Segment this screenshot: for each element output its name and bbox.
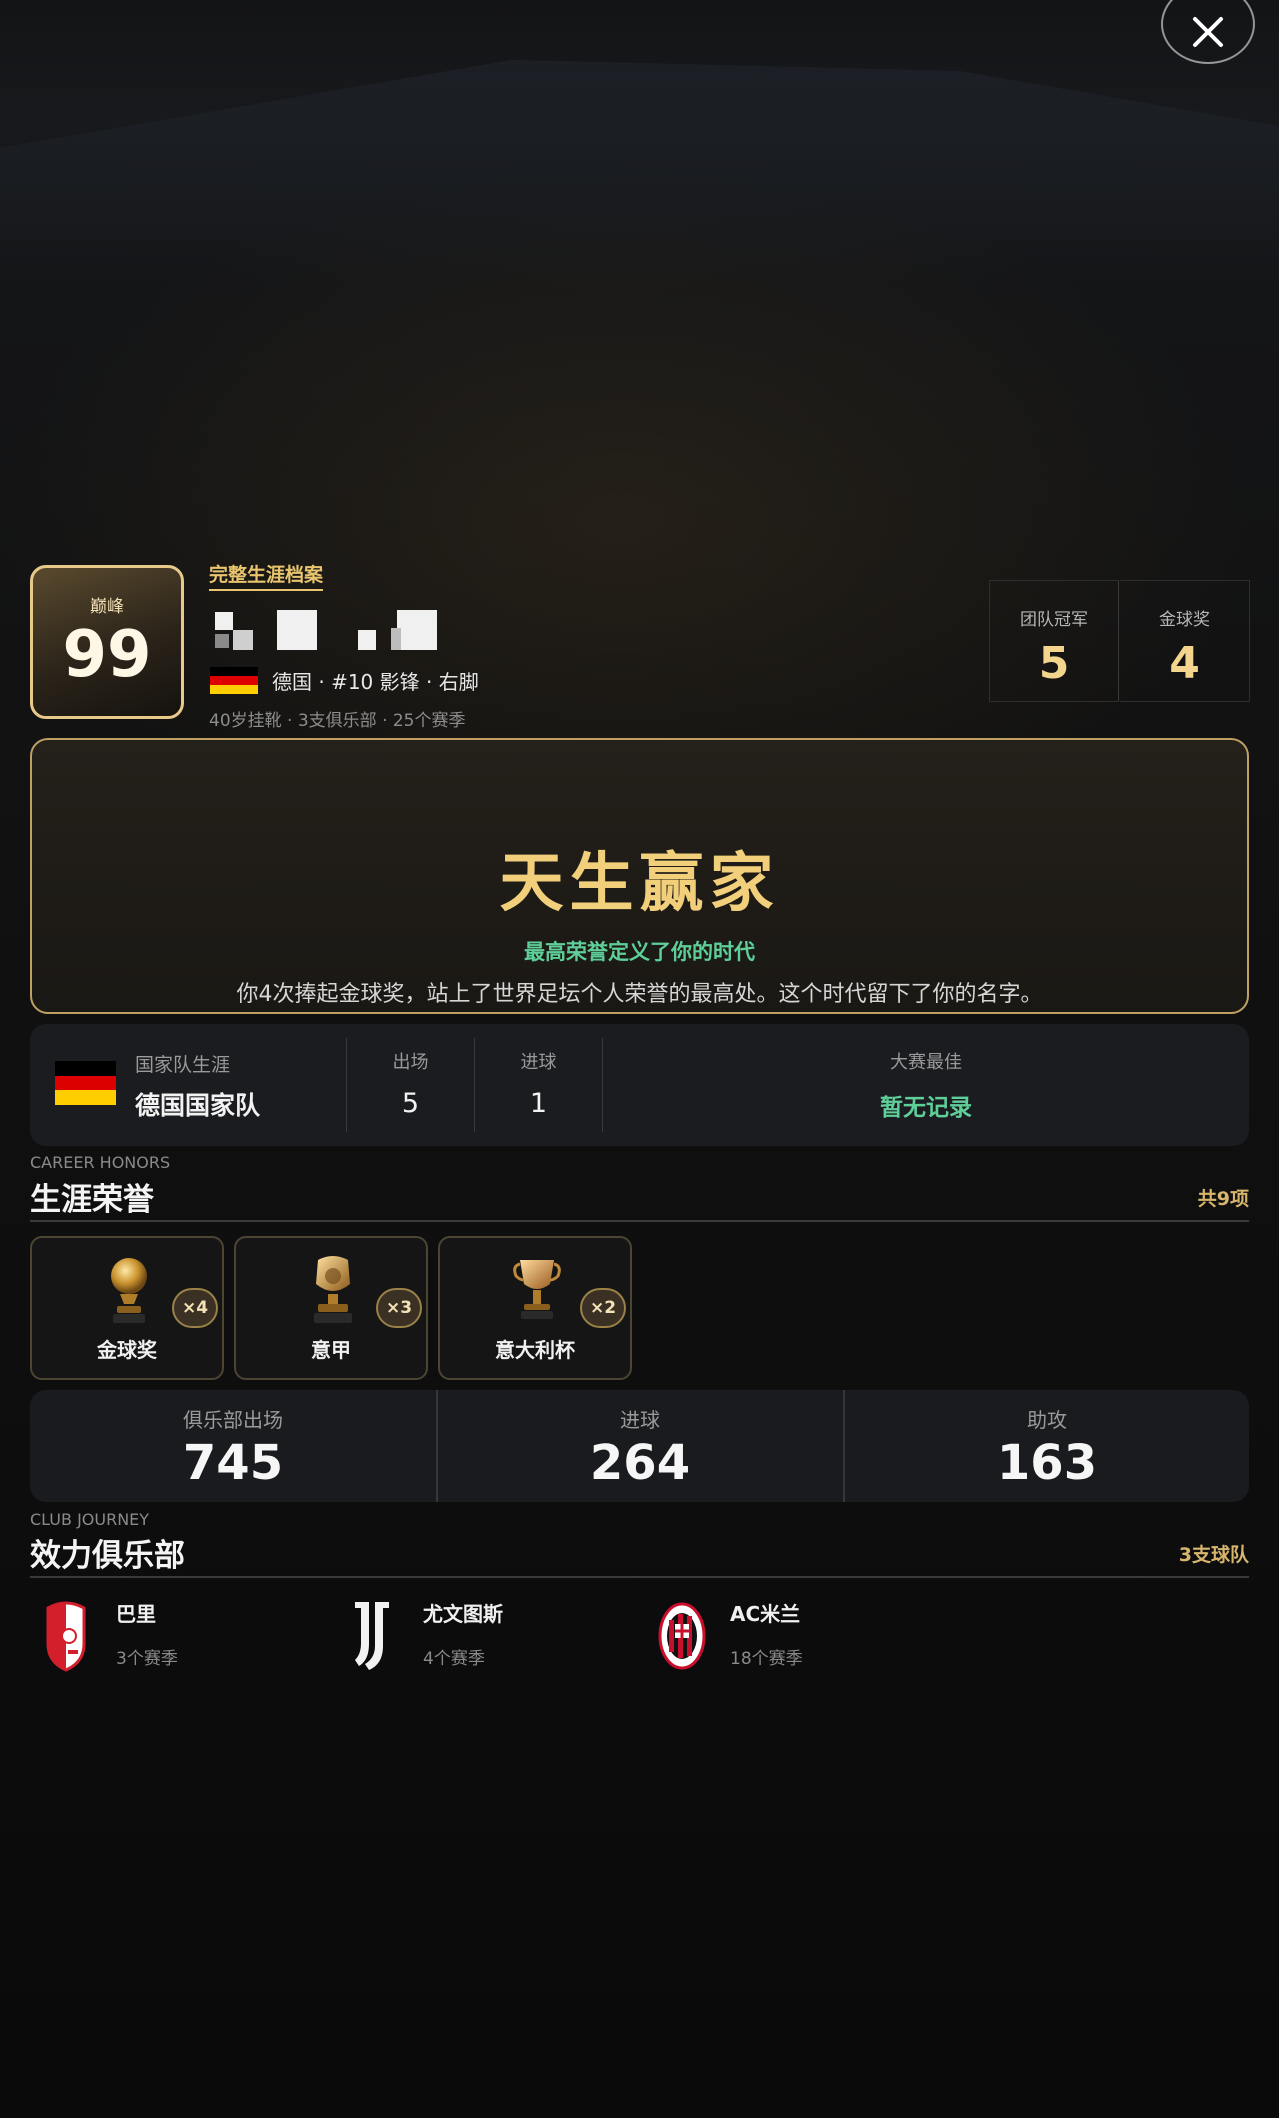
national-goals-value: 1 [529, 1088, 548, 1119]
club-appearances-value: 745 [182, 1435, 284, 1491]
honor-count-badge: ×3 [376, 1288, 422, 1328]
club-seasons: 18个赛季 [730, 1649, 803, 1669]
club-goals-stat: 进球 264 [437, 1390, 843, 1502]
league-trophy-icon [314, 1256, 352, 1323]
germany-flag-icon [55, 1061, 116, 1105]
cup-trophy-icon [513, 1260, 561, 1319]
tournament-best-label: 大赛最佳 [890, 1052, 962, 1073]
national-career-label: 国家队生涯 [135, 1054, 231, 1076]
honor-count-badge: ×2 [580, 1288, 626, 1328]
club-seasons: 3个赛季 [116, 1649, 178, 1669]
team-titles-label: 团队冠军 [1020, 610, 1088, 630]
achievement-title: 天生赢家 [499, 847, 780, 921]
honor-label: 意甲 [311, 1338, 351, 1362]
close-icon [1193, 17, 1223, 47]
club-appearances-label: 俱乐部出场 [183, 1408, 283, 1432]
section-divider [30, 1220, 1249, 1222]
honor-card-ballon-dor[interactable]: ×4 金球奖 [30, 1236, 224, 1380]
national-apps-label: 出场 [392, 1052, 429, 1073]
clubs-section-label-en: CLUB JOURNEY [30, 1510, 150, 1529]
national-goals-label: 进球 [520, 1052, 557, 1073]
club-stats-card: 俱乐部出场 745 进球 264 助攻 163 [30, 1390, 1249, 1502]
honor-label: 意大利杯 [495, 1338, 575, 1362]
club-item-juventus[interactable]: 尤文图斯 4个赛季 [351, 1596, 611, 1676]
club-appearances-stat: 俱乐部出场 745 [30, 1390, 436, 1502]
club-name: 巴里 [116, 1602, 156, 1626]
club-seasons: 4个赛季 [423, 1649, 485, 1669]
national-apps: 出场 5 [347, 1024, 474, 1146]
peak-rating-label: 巅峰 [90, 597, 124, 617]
honor-card-serie-a[interactable]: ×3 意甲 [234, 1236, 428, 1380]
clubs-count: 3支球队 [1178, 1544, 1249, 1566]
club-goals-value: 264 [589, 1435, 691, 1491]
juventus-crest-icon [355, 1602, 389, 1670]
honor-label: 金球奖 [97, 1338, 157, 1362]
club-name: AC米兰 [730, 1602, 801, 1626]
club-item-bari[interactable]: 巴里 3个赛季 [44, 1596, 304, 1676]
national-team-name: 德国国家队 [135, 1091, 261, 1120]
ac-milan-crest-icon [658, 1602, 706, 1670]
peak-rating-value: 99 [62, 618, 152, 692]
ballon-dor-stat: 金球奖 4 [1120, 580, 1250, 702]
club-item-ac-milan[interactable]: AC米兰 18个赛季 [658, 1596, 918, 1676]
golden-ball-icon [111, 1258, 147, 1323]
honors-section-title: 生涯荣誉 [30, 1182, 154, 1218]
team-titles-stat: 团队冠军 5 [989, 580, 1119, 702]
tournament-best: 大赛最佳 暂无记录 [603, 1024, 1249, 1146]
national-apps-value: 5 [401, 1088, 420, 1119]
achievement-subtitle: 最高荣誉定义了你的时代 [524, 940, 755, 964]
club-goals-label: 进球 [620, 1408, 660, 1432]
national-team-card: 国家队生涯 德国国家队 出场 5 进球 1 大赛最佳 暂无记录 [30, 1024, 1249, 1146]
ballon-dor-label: 金球奖 [1159, 610, 1210, 630]
honors-section-label-en: CAREER HONORS [30, 1153, 171, 1172]
national-goals: 进球 1 [475, 1024, 602, 1146]
achievement-description: 你4次捧起金球奖，站上了世界足坛个人荣誉的最高处。这个时代留下了你的名字。 [236, 982, 1043, 1007]
player-info-line: 德国 · #10 影锋 · 右脚 [210, 666, 479, 695]
team-titles-value: 5 [1038, 638, 1070, 689]
full-career-profile-link[interactable]: 完整生涯档案 [209, 560, 324, 591]
honor-card-coppa-italia[interactable]: ×2 意大利杯 [438, 1236, 632, 1380]
player-name-redacted [215, 608, 445, 652]
peak-rating-card: 巅峰 99 [30, 565, 184, 719]
player-position-text: 德国 · #10 影锋 · 右脚 [272, 670, 479, 694]
bari-crest-icon [46, 1601, 86, 1672]
club-assists-stat: 助攻 163 [844, 1390, 1250, 1502]
club-assists-label: 助攻 [1027, 1408, 1067, 1432]
career-meta-text: 40岁挂靴 · 3支俱乐部 · 25个赛季 [209, 711, 466, 731]
germany-flag-icon [210, 666, 258, 695]
achievement-card: 天生赢家 最高荣誉定义了你的时代 你4次捧起金球奖，站上了世界足坛个人荣誉的最高… [30, 738, 1249, 1014]
section-divider [30, 1576, 1249, 1578]
honor-count-badge: ×4 [172, 1288, 218, 1328]
honors-count: 共9项 [1197, 1188, 1249, 1210]
ballon-dor-value: 4 [1169, 638, 1200, 689]
club-name: 尤文图斯 [423, 1602, 503, 1626]
clubs-section-title: 效力俱乐部 [30, 1538, 185, 1574]
club-assists-value: 163 [996, 1435, 1098, 1491]
tournament-best-value: 暂无记录 [880, 1095, 972, 1121]
